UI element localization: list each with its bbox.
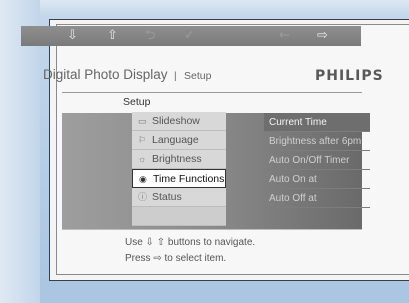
help-text-navigate: Use ⇩ ⇧ buttons to navigate. <box>125 237 256 248</box>
brand-logo: PHILIPS <box>315 68 384 84</box>
clock-icon: ◉ <box>139 174 147 184</box>
menu-item-label: Status <box>152 191 182 203</box>
submenu-item-auto-on-at[interactable]: Auto On at <box>264 170 370 189</box>
menu-item-time-functions[interactable]: ◉ Time Functions <box>132 169 226 188</box>
check-icon[interactable]: ✓ <box>184 26 195 46</box>
page-subtitle: Setup <box>184 70 212 82</box>
flag-icon: ⚐ <box>138 135 147 145</box>
back-icon[interactable]: ⮌ <box>145 26 155 46</box>
menu-item-language[interactable]: ⚐ Language <box>132 131 226 150</box>
menu-item-status[interactable]: ⓘ Status <box>132 188 226 207</box>
footer-divider <box>62 229 362 230</box>
brightness-icon: ☼ <box>138 154 147 164</box>
submenu-item-brightness-after-6pm[interactable]: Brightness after 6pm <box>264 132 370 151</box>
title-separator: | <box>174 71 177 82</box>
menu-item-label: Time Functions <box>153 173 225 185</box>
page-title: Digital Photo Display <box>43 67 168 82</box>
monitor-frame-top <box>0 0 409 16</box>
status-icon: ⓘ <box>138 192 148 202</box>
menu-item-label: Language <box>152 134 199 146</box>
section-label: Setup <box>123 96 151 108</box>
arrow-right-icon[interactable]: ⇨ <box>317 26 328 46</box>
setup-menu: ▭ Slideshow ⚐ Language ☼ Brightness ◉ Time F… <box>132 112 226 226</box>
slideshow-icon: ▭ <box>138 116 147 126</box>
menu-item-label: Brightness <box>152 153 202 165</box>
submenu-item-auto-off-at[interactable]: Auto Off at <box>264 189 370 208</box>
header-divider <box>62 92 362 93</box>
arrow-down-icon[interactable]: ⇩ <box>67 26 78 46</box>
menu-item-brightness[interactable]: ☼ Brightness <box>132 150 226 169</box>
arrow-up-icon[interactable]: ⇧ <box>107 26 118 46</box>
help-text-select: Press ⇨ to select item. <box>125 253 227 264</box>
menu-item-slideshow[interactable]: ▭ Slideshow <box>132 112 226 131</box>
submenu-item-auto-on-off-timer[interactable]: Auto On/Off Timer <box>264 151 370 170</box>
submenu-list: Current Time Brightness after 6pm Auto O… <box>264 113 370 208</box>
menu-item-label: Slideshow <box>152 115 200 127</box>
menu-empty-slot <box>132 207 226 226</box>
submenu-item-current-time[interactable]: Current Time <box>264 113 370 132</box>
toolbar: ⇩ ⇧ ⮌ ✓ ← ⇨ <box>21 26 361 46</box>
arrow-left-icon[interactable]: ← <box>279 26 290 46</box>
